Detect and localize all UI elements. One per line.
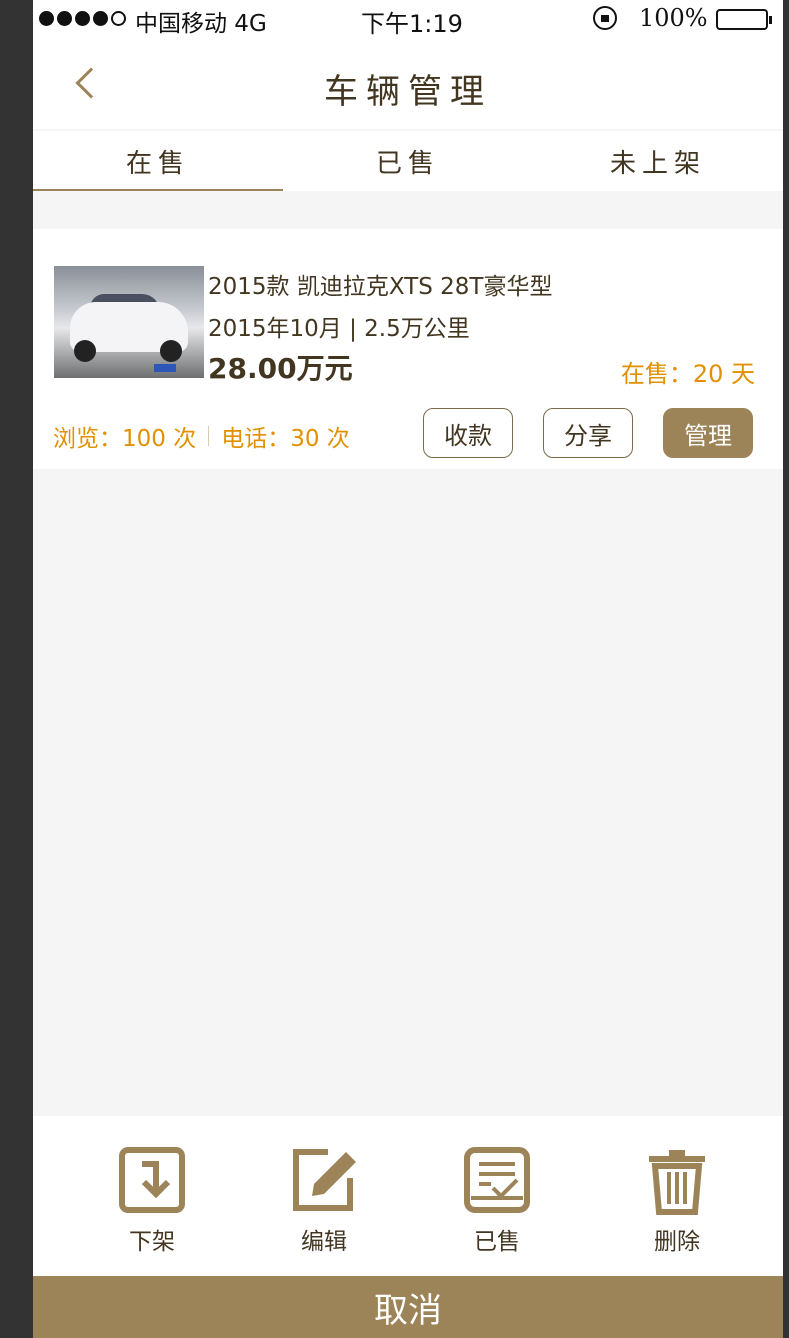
vehicle-meta: 2015年10月 | 2.5万公里 [208,316,470,342]
carrier-label: 中国移动 4G [135,11,267,37]
take-down-label: 下架 [129,1229,175,1255]
signal-dot [57,11,72,26]
edit-label: 编辑 [301,1229,347,1255]
battery-icon [716,9,772,30]
cancel-button[interactable]: 取消 [33,1276,783,1338]
delete-label: 删除 [654,1229,700,1255]
divider [208,426,210,446]
action-sheet: 下架 编辑 已售 删除 [33,1116,783,1276]
tab-on-sale[interactable]: 在售 [33,131,283,191]
signal-dot-empty [111,11,126,26]
status-bar: 中国移动 4G 下午1:19 100% [33,0,783,38]
car-wheel [74,340,96,362]
mark-sold-action[interactable]: 已售 [447,1116,547,1276]
vehicle-title: 2015款 凯迪拉克XTS 28T豪华型 [208,274,553,300]
sold-label: 已售 [474,1229,520,1255]
signal-dot [75,11,90,26]
take-down-action[interactable]: 下架 [102,1116,202,1276]
vehicle-price: 28.00万元 [208,352,353,385]
edit-action[interactable]: 编辑 [274,1116,374,1276]
call-count: 电话：30 次 [221,426,350,452]
status-tabs: 在售 已售 未上架 [33,131,783,191]
nav-bar: 车辆管理 [33,38,783,130]
vehicle-card[interactable]: 2015款 凯迪拉克XTS 28T豪华型 2015年10月 | 2.5万公里 2… [33,229,783,469]
manage-button[interactable]: 管理 [663,408,753,458]
collect-payment-button[interactable]: 收款 [423,408,513,458]
tab-not-listed[interactable]: 未上架 [533,131,783,191]
tab-sold[interactable]: 已售 [283,131,533,191]
share-button[interactable]: 分享 [543,408,633,458]
status-time: 下午1:19 [361,10,463,38]
take-down-icon [119,1147,185,1213]
battery-percentage: 100% [639,4,708,32]
days-on-sale: 在售：20 天 [620,360,755,388]
edit-icon [293,1149,356,1211]
car-wheel [160,340,182,362]
car-photo[interactable] [54,266,204,378]
signal-dot [93,11,108,26]
rotation-lock-icon [593,6,617,30]
trash-icon [649,1150,705,1215]
license-plate [154,364,176,372]
sold-icon [464,1147,530,1213]
signal-dot [39,11,54,26]
listing-stats: 浏览：100 次 电话：30 次 [53,419,350,453]
page-title: 车辆管理 [324,72,492,112]
delete-action[interactable]: 删除 [627,1116,727,1276]
signal-strength-icon [39,11,126,26]
view-count: 浏览：100 次 [53,426,197,452]
phone-screen: 中国移动 4G 下午1:19 100% 车辆管理 在售 已售 未上架 2015款… [33,0,783,1338]
